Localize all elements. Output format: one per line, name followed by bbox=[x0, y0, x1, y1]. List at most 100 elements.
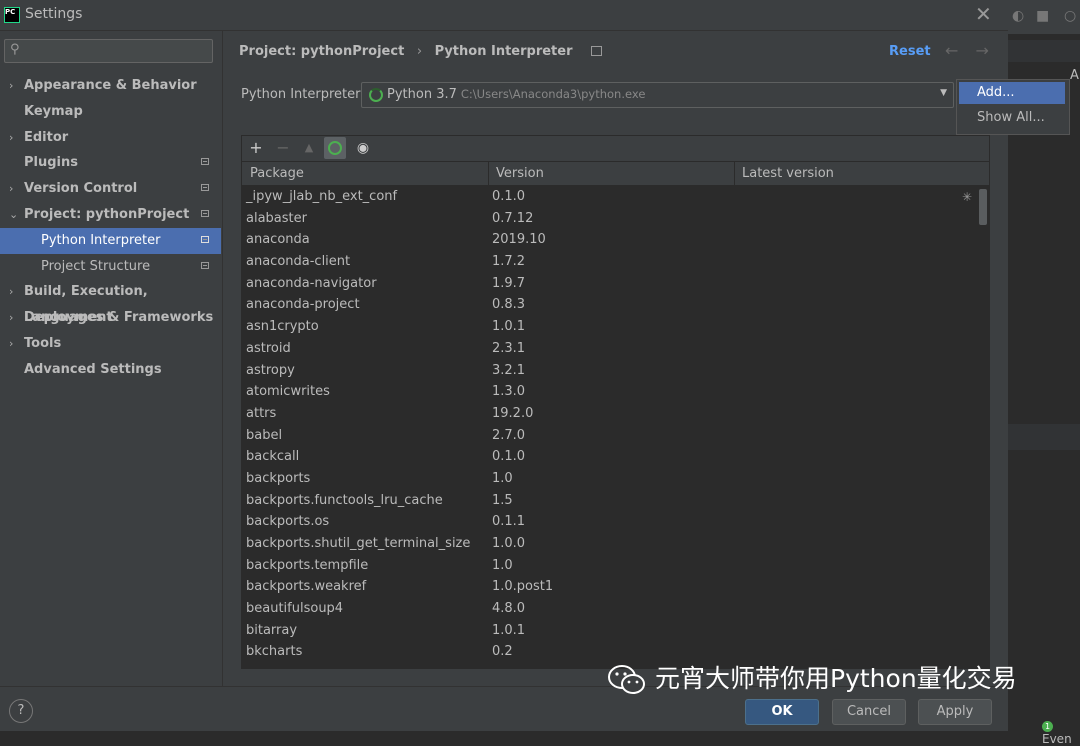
package-version-cell: 0.1.0 bbox=[492, 189, 526, 204]
sidebar-item-tools[interactable]: › Tools bbox=[0, 331, 221, 357]
package-toolbar: + − ▲ ◉ bbox=[241, 135, 990, 162]
settings-sidebar: ⚲ › Appearance & Behavior Keymap › Editor Plu… bbox=[0, 31, 223, 686]
table-row[interactable]: backports.tempfile 1.0 bbox=[242, 555, 977, 577]
chevron-down-icon[interactable]: ⌄ bbox=[9, 202, 18, 228]
reset-link[interactable]: Reset bbox=[889, 44, 931, 59]
sidebar-item-languages-frameworks[interactable]: › Languages & Frameworks bbox=[0, 305, 221, 331]
search-icon: ⚲ bbox=[10, 42, 20, 57]
package-name-cell: anaconda-client bbox=[246, 254, 351, 270]
package-version-cell: 2019.10 bbox=[492, 232, 546, 248]
cancel-button[interactable]: Cancel bbox=[832, 699, 906, 725]
sidebar-item-project-pythonproject[interactable]: ⌄ Project: pythonProject bbox=[0, 202, 221, 228]
table-row[interactable]: backports.weakref 1.0.post1 bbox=[242, 576, 977, 598]
package-name-cell: backports.tempfile bbox=[246, 557, 369, 573]
package-name-cell: backports.functools_lru_cache bbox=[246, 492, 443, 508]
column-header-version[interactable]: Version bbox=[496, 166, 544, 181]
help-button[interactable]: ? bbox=[9, 699, 33, 723]
package-version-cell: 19.2.0 bbox=[492, 405, 534, 421]
sidebar-item-label: Python Interpreter bbox=[41, 232, 161, 248]
chevron-right-icon[interactable]: › bbox=[9, 279, 13, 305]
interpreter-select[interactable]: Python 3.7 C:\Users\Anaconda3\python.exe … bbox=[361, 82, 954, 108]
sidebar-item-version-control[interactable]: › Version Control bbox=[0, 176, 221, 202]
debug-icon: ◐ bbox=[1012, 8, 1025, 24]
sidebar-item-label: Tools bbox=[24, 335, 62, 351]
settings-nav: › Appearance & Behavior Keymap › Editor Plugi… bbox=[0, 73, 221, 383]
sidebar-item-editor[interactable]: › Editor bbox=[0, 125, 221, 151]
apply-button[interactable]: Apply bbox=[918, 699, 992, 725]
sidebar-item-advanced-settings[interactable]: Advanced Settings bbox=[0, 357, 221, 383]
table-row[interactable]: alabaster 0.7.12 bbox=[242, 208, 977, 230]
chevron-down-icon: ▼ bbox=[940, 88, 947, 98]
table-row[interactable]: backports.shutil_get_terminal_size 1.0.0 bbox=[242, 533, 977, 555]
table-row[interactable]: babel 2.7.0 bbox=[242, 425, 977, 447]
interpreter-name: Python 3.7 bbox=[387, 87, 457, 102]
back-arrow-icon[interactable]: ← bbox=[945, 41, 958, 60]
table-row[interactable]: atomicwrites 1.3.0 bbox=[242, 381, 977, 403]
sidebar-item-appearance-behavior[interactable]: › Appearance & Behavior bbox=[0, 73, 221, 99]
sidebar-item-plugins[interactable]: Plugins bbox=[0, 150, 221, 176]
ok-button[interactable]: OK bbox=[745, 699, 819, 725]
table-row[interactable]: backports.os 0.1.1 bbox=[242, 511, 977, 533]
table-header: Package Version Latest version bbox=[242, 162, 989, 186]
refresh-spinner-icon[interactable] bbox=[324, 137, 346, 159]
table-row[interactable]: astroid 2.3.1 bbox=[242, 338, 977, 360]
event-count-badge: 1 bbox=[1042, 721, 1053, 732]
table-row[interactable]: astropy 3.2.1 bbox=[242, 360, 977, 382]
package-name-cell: beautifulsoup4 bbox=[246, 601, 344, 617]
project-scope-icon bbox=[201, 158, 209, 166]
package-version-cell: 0.2 bbox=[492, 644, 513, 660]
package-name-cell: anaconda bbox=[246, 232, 310, 248]
table-row[interactable]: anaconda-client 1.7.2 bbox=[242, 251, 977, 273]
chevron-right-icon[interactable]: › bbox=[9, 125, 13, 151]
package-name-cell: backports.weakref bbox=[246, 579, 367, 595]
wechat-logo-icon bbox=[608, 665, 645, 694]
table-row[interactable]: attrs 19.2.0 bbox=[242, 403, 977, 425]
chevron-right-icon[interactable]: › bbox=[9, 176, 13, 202]
package-version-cell: 0.7.12 bbox=[492, 210, 534, 226]
sidebar-item-label: Advanced Settings bbox=[24, 361, 162, 377]
sidebar-item-project-structure[interactable]: Project Structure bbox=[0, 254, 221, 280]
sidebar-item-label: Project Structure bbox=[41, 258, 151, 274]
package-version-cell: 0.1.1 bbox=[492, 514, 526, 530]
sidebar-item-build-execution-deployment[interactable]: › Build, Execution, Deployment bbox=[0, 279, 221, 325]
table-row[interactable]: _ipyw_jlab_nb_ext_conf 0.1.0 bbox=[242, 186, 977, 208]
show-early-releases-eye-icon[interactable]: ◉ bbox=[352, 137, 374, 159]
background-toolbar: ◐ ■ ○ bbox=[1008, 0, 1080, 34]
chevron-right-icon[interactable]: › bbox=[9, 331, 13, 357]
table-row[interactable]: anaconda 2019.10 bbox=[242, 229, 977, 251]
table-row[interactable]: anaconda-navigator 1.9.7 bbox=[242, 273, 977, 295]
table-row[interactable]: bitarray 1.0.1 bbox=[242, 620, 977, 642]
add-package-icon[interactable]: + bbox=[245, 137, 267, 159]
column-header-package[interactable]: Package bbox=[250, 166, 304, 181]
chevron-right-icon[interactable]: › bbox=[9, 305, 13, 331]
interpreter-gear-menu: Add... Show All... bbox=[956, 79, 1070, 135]
remove-package-icon[interactable]: − bbox=[272, 137, 294, 159]
upgrade-package-icon[interactable]: ▲ bbox=[298, 137, 320, 159]
package-version-cell: 1.0 bbox=[492, 470, 513, 486]
window-title: Settings bbox=[25, 6, 83, 22]
table-row[interactable]: backcall 0.1.0 bbox=[242, 446, 977, 468]
project-scope-icon bbox=[201, 184, 209, 192]
package-version-cell: 4.8.0 bbox=[492, 601, 526, 617]
watermark: 元宵大师带你用Python量化交易 bbox=[607, 660, 1017, 698]
sidebar-item-python-interpreter[interactable]: Python Interpreter bbox=[0, 227, 221, 254]
chevron-right-icon[interactable]: › bbox=[9, 73, 13, 99]
sidebar-item-label: Appearance & Behavior bbox=[24, 78, 197, 93]
breadcrumb: Project: pythonProject › Python Interpre… bbox=[239, 44, 610, 59]
settings-search-input[interactable]: ⚲ bbox=[4, 39, 213, 63]
table-row[interactable]: beautifulsoup4 4.8.0 bbox=[242, 598, 977, 620]
close-icon[interactable]: ✕ bbox=[975, 2, 992, 26]
sidebar-item-keymap[interactable]: Keymap bbox=[0, 99, 221, 125]
table-row[interactable]: anaconda-project 0.8.3 bbox=[242, 294, 977, 316]
menu-item-show-all[interactable]: Show All... bbox=[959, 107, 1065, 129]
project-scope-icon bbox=[591, 46, 603, 56]
forward-arrow-icon[interactable]: → bbox=[976, 41, 989, 60]
column-header-latest-version[interactable]: Latest version bbox=[742, 166, 834, 181]
table-row[interactable]: backports 1.0 bbox=[242, 468, 977, 490]
table-row[interactable]: backports.functools_lru_cache 1.5 bbox=[242, 490, 977, 512]
table-scrollbar[interactable] bbox=[979, 186, 987, 668]
package-name-cell: babel bbox=[246, 427, 283, 443]
menu-item-add[interactable]: Add... bbox=[959, 82, 1065, 104]
table-row[interactable]: asn1crypto 1.0.1 bbox=[242, 316, 977, 338]
scrollbar-thumb[interactable] bbox=[979, 189, 987, 225]
